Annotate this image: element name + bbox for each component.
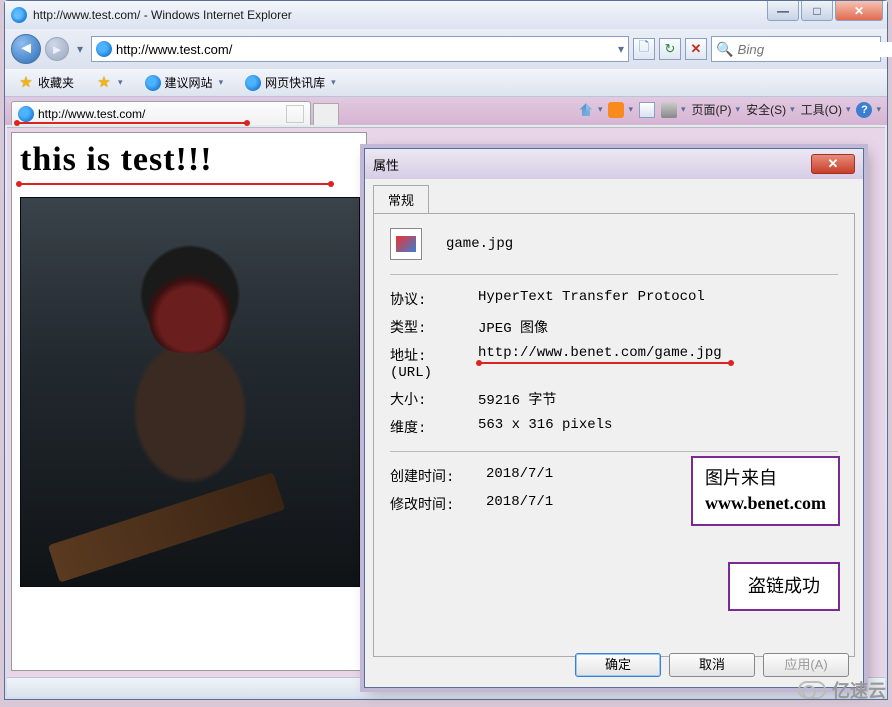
value-size: 59216 字节 bbox=[478, 389, 556, 409]
mail-icon bbox=[639, 102, 655, 118]
value-dimensions: 563 x 316 pixels bbox=[478, 417, 612, 437]
forward-button[interactable]: ► bbox=[45, 37, 69, 61]
label-created: 创建时间: bbox=[390, 466, 462, 486]
dialog-titlebar[interactable]: 属性 ✕ bbox=[365, 149, 863, 179]
filename: game.jpg bbox=[446, 236, 513, 252]
dialog-button-row: 确定 取消 应用(A) bbox=[365, 653, 863, 677]
help-button[interactable]: ?▾ bbox=[856, 102, 881, 118]
value-protocol: HyperText Transfer Protocol bbox=[478, 289, 705, 309]
webpage-viewport[interactable]: this is test!!! bbox=[11, 132, 367, 671]
callout-source: 图片来自 www.benet.com bbox=[691, 456, 840, 526]
label-address: 地址:(URL) bbox=[390, 345, 454, 381]
tab-general[interactable]: 常规 bbox=[373, 185, 429, 213]
search-icon: 🔍 bbox=[716, 41, 733, 58]
dialog-close-button[interactable]: ✕ bbox=[811, 154, 855, 174]
new-tab-button[interactable] bbox=[313, 103, 339, 125]
value-address: http://www.benet.com/game.jpg bbox=[478, 345, 722, 361]
command-bar: ▾ ▾ ▾ 页面(P)▾ 安全(S)▾ 工具(O)▾ ?▾ bbox=[578, 101, 881, 118]
annotation-underline bbox=[18, 183, 332, 185]
page-menu[interactable]: 页面(P)▾ bbox=[692, 101, 741, 118]
dialog-title: 属性 bbox=[373, 155, 399, 174]
label-size: 大小: bbox=[390, 389, 454, 409]
tab-label: http://www.test.com/ bbox=[38, 107, 145, 121]
navigation-bar: ◄ ► ▾ ▾ 🗋 ↻ ✕ 🔍 bbox=[5, 29, 887, 69]
tools-menu[interactable]: 工具(O)▾ bbox=[801, 101, 851, 118]
window-buttons: — □ ✕ bbox=[767, 1, 883, 21]
ie-icon bbox=[145, 75, 161, 91]
apply-button[interactable]: 应用(A) bbox=[763, 653, 849, 677]
tab-current[interactable]: http://www.test.com/ bbox=[11, 101, 311, 125]
add-favorite-button[interactable]: ★▾ bbox=[89, 72, 130, 94]
mail-button[interactable] bbox=[639, 102, 655, 118]
label-protocol: 协议: bbox=[390, 289, 454, 309]
properties-dialog: 属性 ✕ 常规 game.jpg 协议: HyperText Transfer P… bbox=[364, 148, 864, 688]
addr-dropdown-icon[interactable]: ▾ bbox=[618, 42, 624, 56]
home-button[interactable]: ▾ bbox=[578, 102, 603, 118]
favorites-bar: ★ 收藏夹 ★▾ 建议网站▾ 网页快讯库▾ bbox=[5, 69, 887, 97]
address-bar[interactable]: ▾ bbox=[91, 36, 629, 62]
tab-close-region[interactable] bbox=[286, 105, 304, 123]
dialog-tabset: 常规 bbox=[365, 179, 863, 213]
url-input[interactable] bbox=[116, 42, 614, 57]
nav-history-dropdown[interactable]: ▾ bbox=[73, 42, 87, 56]
compat-view-button[interactable]: 🗋 bbox=[633, 38, 655, 60]
window-title: http://www.test.com/ - Windows Internet … bbox=[33, 8, 292, 22]
help-icon: ? bbox=[856, 102, 872, 118]
annotation-underline bbox=[16, 122, 248, 124]
cancel-button[interactable]: 取消 bbox=[669, 653, 755, 677]
suggested-label: 建议网站 bbox=[165, 74, 213, 91]
back-button[interactable]: ◄ bbox=[11, 34, 41, 64]
ok-button[interactable]: 确定 bbox=[575, 653, 661, 677]
suggested-sites[interactable]: 建议网站▾ bbox=[138, 71, 231, 94]
callout-hotlink-success: 盗链成功 bbox=[728, 562, 840, 611]
tab-row: http://www.test.com/ ▾ ▾ ▾ 页面(P)▾ 安全(S)▾… bbox=[5, 97, 887, 125]
print-button[interactable]: ▾ bbox=[661, 102, 686, 118]
file-type-icon bbox=[390, 228, 422, 260]
value-created: 2018/7/1 bbox=[486, 466, 553, 486]
label-dimensions: 维度: bbox=[390, 417, 454, 437]
annotation-underline bbox=[478, 362, 732, 364]
label-type: 类型: bbox=[390, 317, 454, 337]
webslice-gallery[interactable]: 网页快讯库▾ bbox=[238, 71, 343, 94]
print-icon bbox=[661, 102, 677, 118]
game-image[interactable] bbox=[20, 197, 360, 587]
divider bbox=[390, 274, 838, 275]
search-box[interactable]: 🔍 bbox=[711, 36, 881, 62]
minimize-button[interactable]: — bbox=[767, 1, 799, 21]
value-type: JPEG 图像 bbox=[478, 317, 548, 337]
maximize-button[interactable]: □ bbox=[801, 1, 833, 21]
ie-icon bbox=[96, 41, 112, 57]
webslice-label: 网页快讯库 bbox=[265, 74, 325, 91]
stop-button[interactable]: ✕ bbox=[685, 38, 707, 60]
close-button[interactable]: ✕ bbox=[835, 1, 883, 21]
favorites-label: 收藏夹 bbox=[38, 74, 74, 91]
ie-icon bbox=[245, 75, 261, 91]
dialog-panel: game.jpg 协议:HyperText Transfer Protocol … bbox=[373, 213, 855, 657]
rss-button[interactable]: ▾ bbox=[608, 102, 633, 118]
titlebar[interactable]: http://www.test.com/ - Windows Internet … bbox=[5, 1, 887, 29]
watermark: 亿速云 bbox=[798, 677, 886, 703]
star-icon: ★ bbox=[18, 75, 34, 91]
safety-menu[interactable]: 安全(S)▾ bbox=[746, 101, 795, 118]
home-icon bbox=[578, 102, 594, 118]
page-headline: this is test!!! bbox=[20, 141, 358, 179]
refresh-button[interactable]: ↻ bbox=[659, 38, 681, 60]
search-input[interactable] bbox=[737, 42, 892, 57]
watermark-icon bbox=[798, 681, 826, 699]
label-modified: 修改时间: bbox=[390, 494, 462, 514]
star-add-icon: ★ bbox=[96, 75, 112, 91]
value-modified: 2018/7/1 bbox=[486, 494, 553, 514]
divider bbox=[390, 451, 838, 452]
tab-favicon-icon bbox=[18, 106, 34, 122]
favorites-button[interactable]: ★ 收藏夹 bbox=[11, 71, 81, 94]
ie-favicon-icon bbox=[11, 7, 27, 23]
rss-icon bbox=[608, 102, 624, 118]
